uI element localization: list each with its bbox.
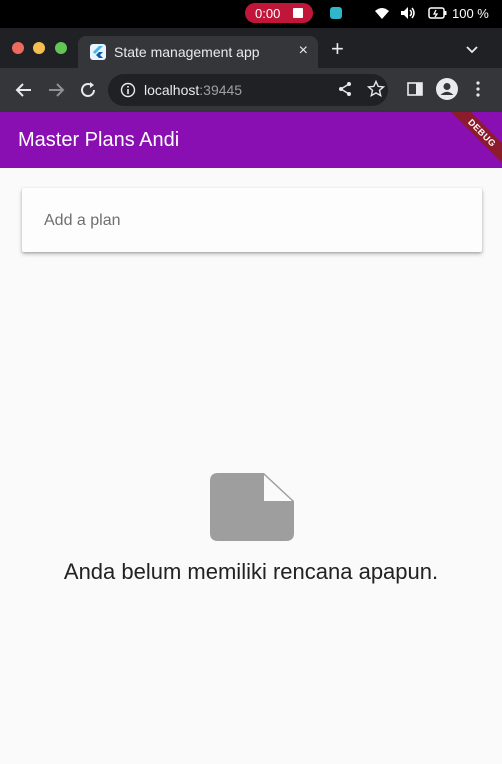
stop-icon: [293, 8, 303, 18]
browser-tab-active[interactable]: State management app ×: [78, 36, 318, 68]
battery-percentage: 100 %: [452, 6, 489, 21]
volume-icon[interactable]: [400, 6, 416, 23]
tray-app-icon[interactable]: [330, 7, 342, 19]
share-icon[interactable]: [336, 80, 354, 103]
flutter-favicon-icon: [90, 44, 106, 60]
new-tab-button[interactable]: +: [331, 38, 344, 60]
app-title: Master Plans Andi: [18, 129, 180, 151]
note-icon: [210, 473, 294, 546]
more-menu-icon[interactable]: [474, 80, 482, 103]
screen: 0:00 100 % State management app × + loca…: [0, 0, 502, 764]
url-text: localhost:39445: [144, 82, 242, 98]
system-top-bar: 0:00 100 %: [0, 0, 502, 28]
battery-icon[interactable]: [428, 6, 448, 23]
forward-arrow-icon[interactable]: [46, 80, 66, 105]
tab-search-chevron-icon[interactable]: [465, 42, 479, 60]
plan-input-card: [22, 188, 482, 252]
reload-icon[interactable]: [78, 80, 98, 105]
browser-toolbar: localhost:39445: [0, 68, 502, 112]
url-host: localhost: [144, 82, 200, 98]
url-port: :39445: [199, 82, 243, 98]
tab-title: State management app: [114, 44, 260, 60]
screen-recording-indicator[interactable]: 0:00: [245, 3, 313, 23]
app-bar: Master Plans Andi DEBUG: [0, 112, 502, 168]
bookmark-star-icon[interactable]: [366, 79, 386, 103]
profile-avatar[interactable]: [436, 78, 458, 100]
tab-close-icon[interactable]: ×: [299, 42, 308, 60]
app-body: Anda belum memiliki rencana apapun.: [0, 168, 502, 764]
site-info-icon[interactable]: [120, 82, 136, 103]
window-maximize-button[interactable]: [55, 42, 67, 54]
wifi-icon[interactable]: [374, 6, 390, 23]
window-minimize-button[interactable]: [33, 42, 45, 54]
browser-tab-strip: State management app ×: [0, 28, 502, 68]
side-panel-icon[interactable]: [406, 80, 424, 103]
empty-state-message: Anda belum memiliki rencana apapun.: [63, 559, 439, 584]
plan-input[interactable]: [42, 208, 466, 234]
window-close-button[interactable]: [12, 42, 24, 54]
debug-banner: DEBUG: [441, 112, 502, 168]
back-arrow-icon[interactable]: [14, 80, 34, 105]
recording-time: 0:00: [255, 5, 281, 21]
